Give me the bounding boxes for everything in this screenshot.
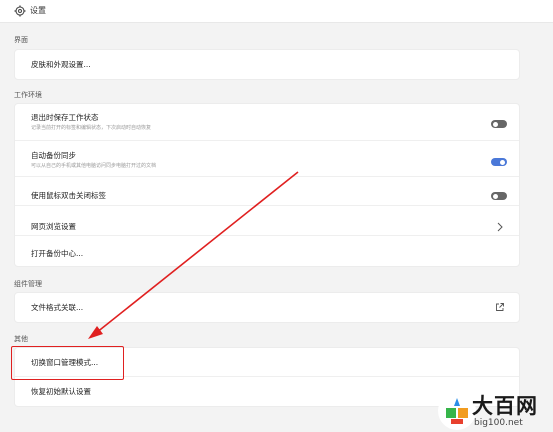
watermark-brand: 大百网 <box>472 394 538 418</box>
row-double-click-close-tab[interactable]: 使用鼠标双击关闭标签 <box>15 177 519 206</box>
row-description: 可以从自己的手机或其他电脑访问同步电脑打开过的文档 <box>31 163 157 169</box>
row-label: 打开备份中心... <box>31 249 84 258</box>
row-auto-backup-sync[interactable]: 自动备份同步 可以从自己的手机或其他电脑访问同步电脑打开过的文档 <box>15 141 519 177</box>
row-backup-center[interactable]: 打开备份中心... <box>15 236 519 266</box>
settings-header: 设置 <box>0 0 553 23</box>
row-save-work-state[interactable]: 退出时保存工作状态 记录当前打开的标签和编辑状态，下次启动时自动恢复 <box>15 104 519 141</box>
toggle-knob <box>493 121 498 127</box>
watermark-url: big100.net <box>474 418 523 428</box>
section-label-interface: 界面 <box>14 36 28 44</box>
row-label: 使用鼠标双击关闭标签 <box>31 191 106 200</box>
workspace-card: 退出时保存工作状态 记录当前打开的标签和编辑状态，下次启动时自动恢复 自动备份同… <box>14 103 520 267</box>
auto-backup-sync-toggle[interactable] <box>491 158 507 166</box>
row-label: 皮肤和外观设置... <box>31 60 91 69</box>
toggle-knob <box>493 193 498 199</box>
row-description: 记录当前打开的标签和编辑状态，下次启动时自动恢复 <box>31 125 152 131</box>
chevron-right-icon <box>497 222 503 232</box>
row-label: 恢复初始默认设置 <box>31 387 91 396</box>
row-skin-appearance[interactable]: 皮肤和外观设置... <box>15 50 519 79</box>
logo-badge-icon <box>438 392 476 430</box>
interface-card: 皮肤和外观设置... <box>14 49 520 80</box>
row-label: 自动备份同步 <box>31 151 76 160</box>
external-link-icon <box>496 303 504 311</box>
toggle-knob <box>500 159 505 165</box>
row-label: 退出时保存工作状态 <box>31 113 99 122</box>
double-click-close-tab-toggle[interactable] <box>491 192 507 200</box>
section-label-other: 其他 <box>14 335 28 343</box>
save-work-state-toggle[interactable] <box>491 120 507 128</box>
row-label: 网页浏览设置 <box>31 222 76 231</box>
components-card: 文件格式关联... <box>14 292 520 323</box>
section-label-workspace: 工作环境 <box>14 91 42 99</box>
page-title: 设置 <box>30 6 46 15</box>
annotation-highlight-box <box>11 346 124 380</box>
row-file-format-association[interactable]: 文件格式关联... <box>15 293 519 322</box>
gear-icon <box>14 5 26 17</box>
row-label: 文件格式关联... <box>31 303 84 312</box>
section-label-components: 组件管理 <box>14 280 42 288</box>
watermark-logo: 大百网 big100.net <box>438 390 553 432</box>
row-web-browsing-settings[interactable]: 网页浏览设置 <box>15 206 519 236</box>
